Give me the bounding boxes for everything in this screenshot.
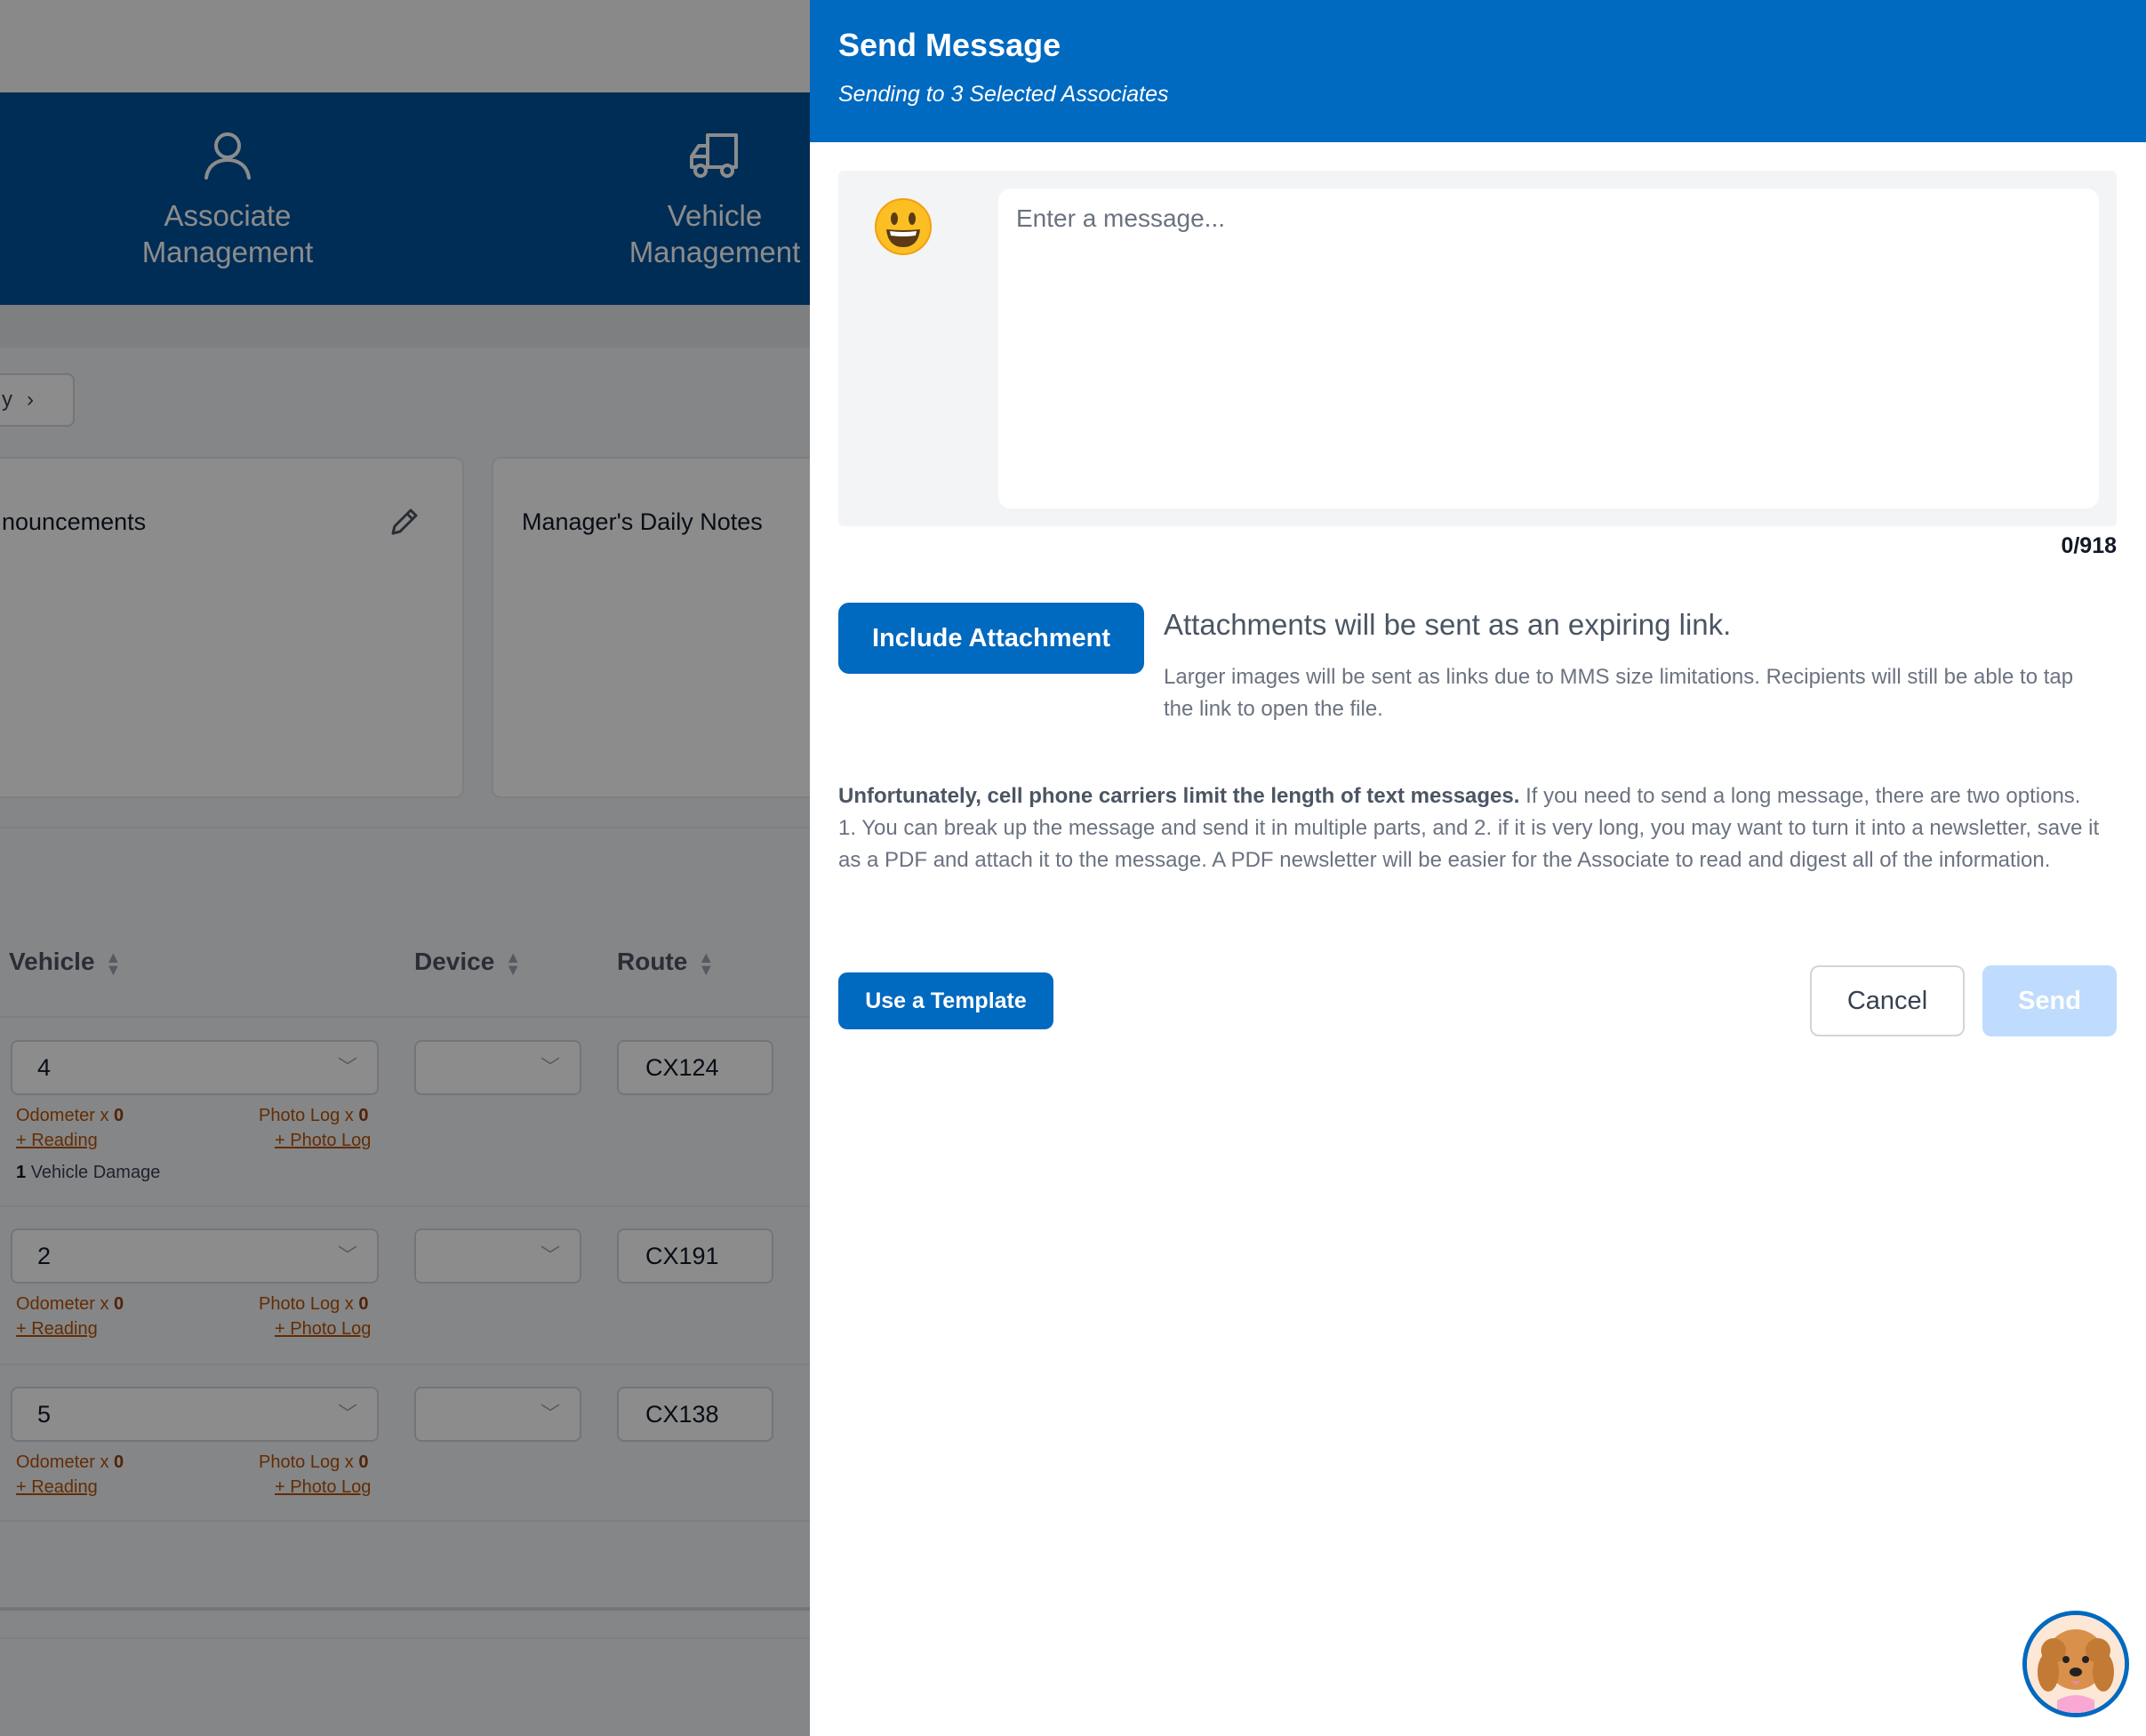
message-input[interactable] bbox=[998, 188, 2099, 508]
drawer-subtitle: Sending to 3 Selected Associates bbox=[838, 82, 1169, 107]
drawer-title: Send Message bbox=[838, 27, 1061, 63]
include-attachment-button[interactable]: Include Attachment bbox=[838, 603, 1144, 674]
send-message-drawer: Send Message Sending to 3 Selected Assoc… bbox=[810, 0, 2146, 1736]
helper-avatar[interactable] bbox=[2022, 1611, 2129, 1717]
attachment-title: Attachments will be sent as an expiring … bbox=[1164, 608, 1732, 641]
drawer-header: Send Message Sending to 3 Selected Assoc… bbox=[810, 0, 2146, 142]
use-template-button[interactable]: Use a Template bbox=[838, 972, 1053, 1029]
attachment-description: Larger images will be sent as links due … bbox=[1164, 665, 2074, 721]
modal-backdrop[interactable] bbox=[0, 0, 810, 1736]
message-length-note: Unfortunately, cell phone carriers limit… bbox=[838, 780, 2101, 876]
send-button[interactable]: Send bbox=[1982, 965, 2117, 1036]
smiley-face-icon[interactable] bbox=[874, 197, 933, 256]
note-emphasis: Unfortunately, cell phone carriers limit… bbox=[838, 784, 1520, 808]
compose-area bbox=[838, 171, 2117, 526]
cancel-button[interactable]: Cancel bbox=[1810, 965, 1965, 1036]
character-counter: 0/918 bbox=[2061, 533, 2117, 558]
dog-avatar-icon bbox=[2027, 1615, 2125, 1713]
